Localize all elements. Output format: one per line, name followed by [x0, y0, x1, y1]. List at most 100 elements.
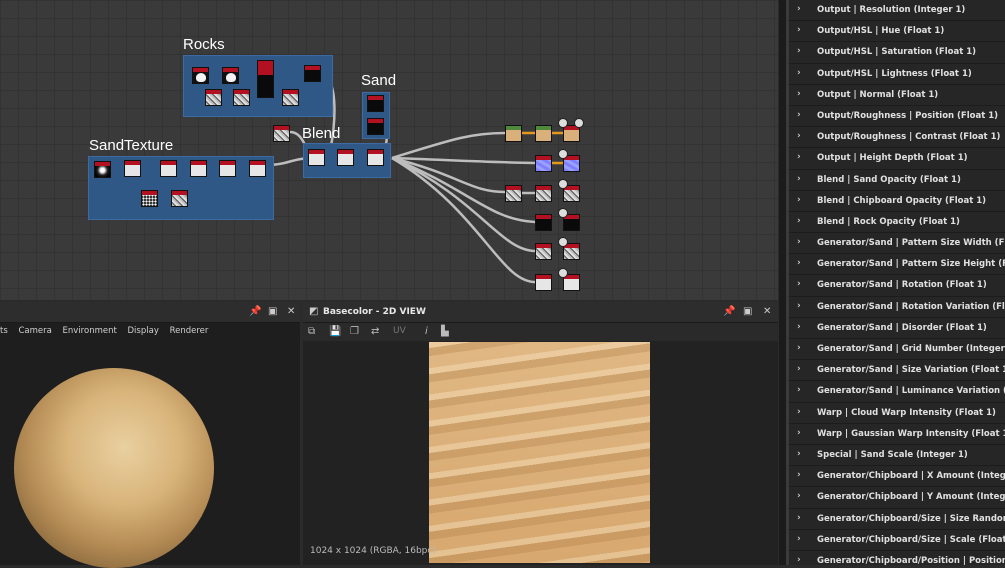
parameter-row[interactable]: › Output/HSL | Saturation (Float 1) [789, 42, 1005, 64]
parameter-row[interactable]: › Special | Sand Scale (Integer 1) [789, 445, 1005, 467]
menu-item-environment[interactable]: Environment [63, 326, 117, 336]
output-icon-basecolor-extra[interactable] [574, 118, 584, 128]
node-blend-2[interactable] [337, 149, 354, 166]
pin-icon[interactable]: 📌 [249, 306, 261, 317]
menu-item-camera[interactable]: Camera [18, 326, 51, 336]
node-roughness-1[interactable] [505, 185, 522, 202]
chevron-right-icon[interactable]: › [797, 279, 801, 289]
chevron-right-icon[interactable]: › [797, 491, 801, 501]
node-sandtexture-dots[interactable] [141, 190, 158, 207]
node-normal-1[interactable] [535, 155, 552, 172]
parameter-row[interactable]: › Generator/Chipboard/Size | Scale (Float… [789, 530, 1005, 551]
parameter-row[interactable]: › Blend | Chipboard Opacity (Float 1) [789, 191, 1005, 212]
parameter-row[interactable]: › Output | Normal (Float 1) [789, 85, 1005, 106]
output-icon-basecolor[interactable] [558, 118, 568, 128]
parameter-row[interactable]: › Output | Resolution (Integer 1) [789, 0, 1005, 22]
copy-icon[interactable]: ⧉ [308, 326, 315, 337]
chevron-right-icon[interactable]: › [797, 301, 801, 311]
chevron-right-icon[interactable]: › [797, 343, 801, 353]
parameter-row[interactable]: › Generator/Sand | Pattern Size Height (F… [789, 254, 1005, 276]
material-preview-sphere[interactable] [14, 368, 214, 568]
maximize-icon[interactable]: ▣ [268, 306, 277, 317]
node-sandtexture-3[interactable] [160, 160, 177, 177]
menu-item-ts[interactable]: ts [0, 326, 8, 336]
parameter-row[interactable]: › Generator/Sand | Rotation (Float 1) [789, 275, 1005, 297]
parameter-row[interactable]: › Output/Roughness | Contrast (Float 1) [789, 127, 1005, 149]
menu-item-display[interactable]: Display [128, 326, 159, 336]
chevron-right-icon[interactable]: › [797, 364, 801, 374]
output-icon-normal[interactable] [558, 149, 568, 159]
parameter-row[interactable]: › Blend | Sand Opacity (Float 1) [789, 170, 1005, 191]
output-icon-metallic[interactable] [558, 208, 568, 218]
parameter-row[interactable]: › Generator/Sand | Size Variation (Float … [789, 360, 1005, 382]
node-sandtexture-5[interactable] [219, 160, 236, 177]
chevron-right-icon[interactable]: › [797, 470, 801, 480]
frame-sandtexture[interactable] [88, 156, 274, 220]
parameter-row[interactable]: › Output | Height Depth (Float 1) [789, 148, 1005, 170]
parameter-row[interactable]: › Generator/Sand | Pattern Size Width (Fl… [789, 233, 1005, 255]
maximize-icon[interactable]: ▣ [743, 306, 752, 317]
node-basecolor-1[interactable] [505, 125, 522, 142]
chevron-right-icon[interactable]: › [797, 110, 801, 120]
parameter-row[interactable]: › Generator/Chipboard/Position | Position… [789, 551, 1005, 565]
chevron-right-icon[interactable]: › [797, 534, 801, 544]
output-icon-roughness[interactable] [558, 179, 568, 189]
chevron-right-icon[interactable]: › [797, 68, 801, 78]
chevron-right-icon[interactable]: › [797, 385, 801, 395]
node-sand-1[interactable] [367, 95, 384, 112]
parameter-row[interactable]: › Generator/Chipboard | Y Amount (Integer… [789, 487, 1005, 509]
chevron-right-icon[interactable]: › [797, 4, 801, 14]
chevron-right-icon[interactable]: › [797, 195, 801, 205]
parameter-row[interactable]: › Output/HSL | Lightness (Float 1) [789, 64, 1005, 85]
close-icon[interactable]: ✕ [763, 306, 771, 317]
menu-item-renderer[interactable]: Renderer [170, 326, 209, 336]
chevron-right-icon[interactable]: › [797, 237, 801, 247]
chevron-right-icon[interactable]: › [797, 216, 801, 226]
share-icon[interactable]: ⇄ [371, 326, 379, 337]
node-rocks-shape-1[interactable] [192, 67, 209, 84]
node-height-1[interactable] [535, 243, 552, 260]
chevron-right-icon[interactable]: › [797, 407, 801, 417]
output-icon-ao[interactable] [558, 268, 568, 278]
close-icon[interactable]: ✕ [287, 306, 295, 317]
parameter-row[interactable]: › Output/HSL | Hue (Float 1) [789, 21, 1005, 43]
parameter-row[interactable]: › Warp | Gaussian Warp Intensity (Float 1… [789, 424, 1005, 445]
parameter-row[interactable]: › Blend | Rock Opacity (Float 1) [789, 212, 1005, 234]
parameter-row[interactable]: › Generator/Sand | Luminance Variation (F… [789, 381, 1005, 403]
node-sandtexture-noise[interactable] [171, 190, 188, 207]
node-sandtexture-6[interactable] [249, 160, 266, 177]
node-roughness-2[interactable] [535, 185, 552, 202]
node-sand-2[interactable] [367, 118, 384, 135]
info-icon[interactable]: i [425, 326, 428, 337]
node-graph-canvas[interactable]: Rocks Sand SandTexture Blend [0, 0, 778, 300]
chevron-right-icon[interactable]: › [797, 131, 801, 141]
uv-dropdown[interactable]: UV [393, 326, 406, 336]
chevron-right-icon[interactable]: › [797, 449, 801, 459]
node-blend-1[interactable] [308, 149, 325, 166]
node-rocks-noise-3[interactable] [282, 89, 299, 106]
parameter-row[interactable]: › Generator/Chipboard | X Amount (Integer… [789, 466, 1005, 488]
node-sandtexture-4[interactable] [190, 160, 207, 177]
output-icon-height[interactable] [558, 237, 568, 247]
node-ao-1[interactable] [535, 274, 552, 291]
node-metallic-1[interactable] [535, 214, 552, 231]
chevron-right-icon[interactable]: › [797, 513, 801, 523]
chevron-right-icon[interactable]: › [797, 46, 801, 56]
chevron-right-icon[interactable]: › [797, 428, 801, 438]
parameter-row[interactable]: › Generator/Chipboard/Size | Size Random … [789, 509, 1005, 530]
node-sandtexture-source[interactable] [94, 161, 111, 178]
chevron-right-icon[interactable]: › [797, 25, 801, 35]
node-blend-mask[interactable] [273, 125, 290, 142]
node-basecolor-2[interactable] [535, 125, 552, 142]
chevron-right-icon[interactable]: › [797, 174, 801, 184]
parameter-row[interactable]: › Output/Roughness | Position (Float 1) [789, 106, 1005, 128]
chevron-right-icon[interactable]: › [797, 258, 801, 268]
histogram-icon[interactable]: ▙ [441, 326, 449, 337]
node-rocks-noise-2[interactable] [233, 89, 250, 106]
chevron-right-icon[interactable]: › [797, 322, 801, 332]
node-blend-3[interactable] [367, 149, 384, 166]
parameter-row[interactable]: › Generator/Sand | Rotation Variation (Fl… [789, 297, 1005, 318]
save-icon[interactable]: 💾 [329, 326, 341, 337]
node-rocks-shape-2[interactable] [222, 67, 239, 84]
parameter-row[interactable]: › Generator/Sand | Grid Number (Integer 1… [789, 339, 1005, 361]
